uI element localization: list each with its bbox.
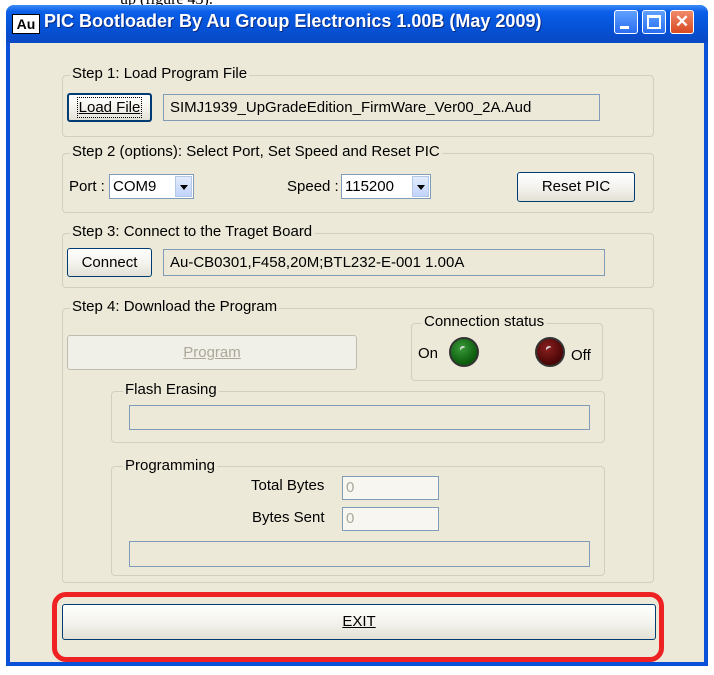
off-label: Off <box>571 347 591 364</box>
total-bytes-label: Total Bytes <box>251 477 325 494</box>
port-value: COM9 <box>113 178 157 195</box>
minimize-button[interactable] <box>614 10 638 34</box>
programming-progress <box>129 541 590 567</box>
connect-label: Connect <box>81 254 138 271</box>
bytes-sent-label: Bytes Sent <box>252 509 325 526</box>
load-file-label: Load File <box>76 97 143 118</box>
connection-on-indicator-icon <box>449 337 479 367</box>
speed-label: Speed : <box>287 178 339 195</box>
close-button[interactable]: ✕ <box>670 10 694 34</box>
programming-label: Programming <box>123 457 218 474</box>
bytes-sent-field[interactable]: 0 <box>342 507 439 531</box>
step3-label: Step 3: Connect to the Traget Board <box>70 223 315 240</box>
file-path-field[interactable]: SIMJ1939_UpGradeEdition_FirmWare_Ver00_2… <box>163 94 600 121</box>
speed-value: 115200 <box>345 178 394 195</box>
total-bytes-field[interactable]: 0 <box>342 476 439 500</box>
speed-select[interactable]: 115200 <box>341 174 431 199</box>
minimize-icon <box>620 26 629 29</box>
on-label: On <box>418 345 439 362</box>
maximize-button[interactable] <box>642 10 666 34</box>
step1-label: Step 1: Load Program File <box>70 65 250 82</box>
maximize-icon <box>647 15 661 29</box>
step4-label: Step 4: Download the Program <box>70 298 280 315</box>
program-label: Program <box>183 344 241 361</box>
program-button[interactable]: Program <box>67 335 357 370</box>
exit-highlight-annotation <box>52 592 664 662</box>
app-icon: Au <box>12 14 40 34</box>
connection-off-indicator-icon <box>535 337 565 367</box>
flash-erasing-label: Flash Erasing <box>123 381 219 398</box>
reset-pic-button[interactable]: Reset PIC <box>517 172 635 202</box>
load-file-button[interactable]: Load File <box>67 93 152 122</box>
port-label: Port : <box>69 178 105 195</box>
connect-button[interactable]: Connect <box>67 248 152 277</box>
chevron-down-icon[interactable] <box>175 176 192 197</box>
connection-status-label: Connection status <box>422 313 547 330</box>
board-info-field[interactable]: Au-CB0301,F458,20M;BTL232-E-001 1.00A <box>163 249 605 276</box>
reset-pic-label: Reset PIC <box>541 178 611 195</box>
chevron-down-icon[interactable] <box>412 176 429 197</box>
window-title: PIC Bootloader By Au Group Electronics 1… <box>44 11 542 31</box>
close-icon: ✕ <box>674 12 690 31</box>
step2-label: Step 2 (options): Select Port, Set Speed… <box>70 143 442 160</box>
port-select[interactable]: COM9 <box>109 174 194 199</box>
flash-erasing-progress <box>129 405 590 430</box>
